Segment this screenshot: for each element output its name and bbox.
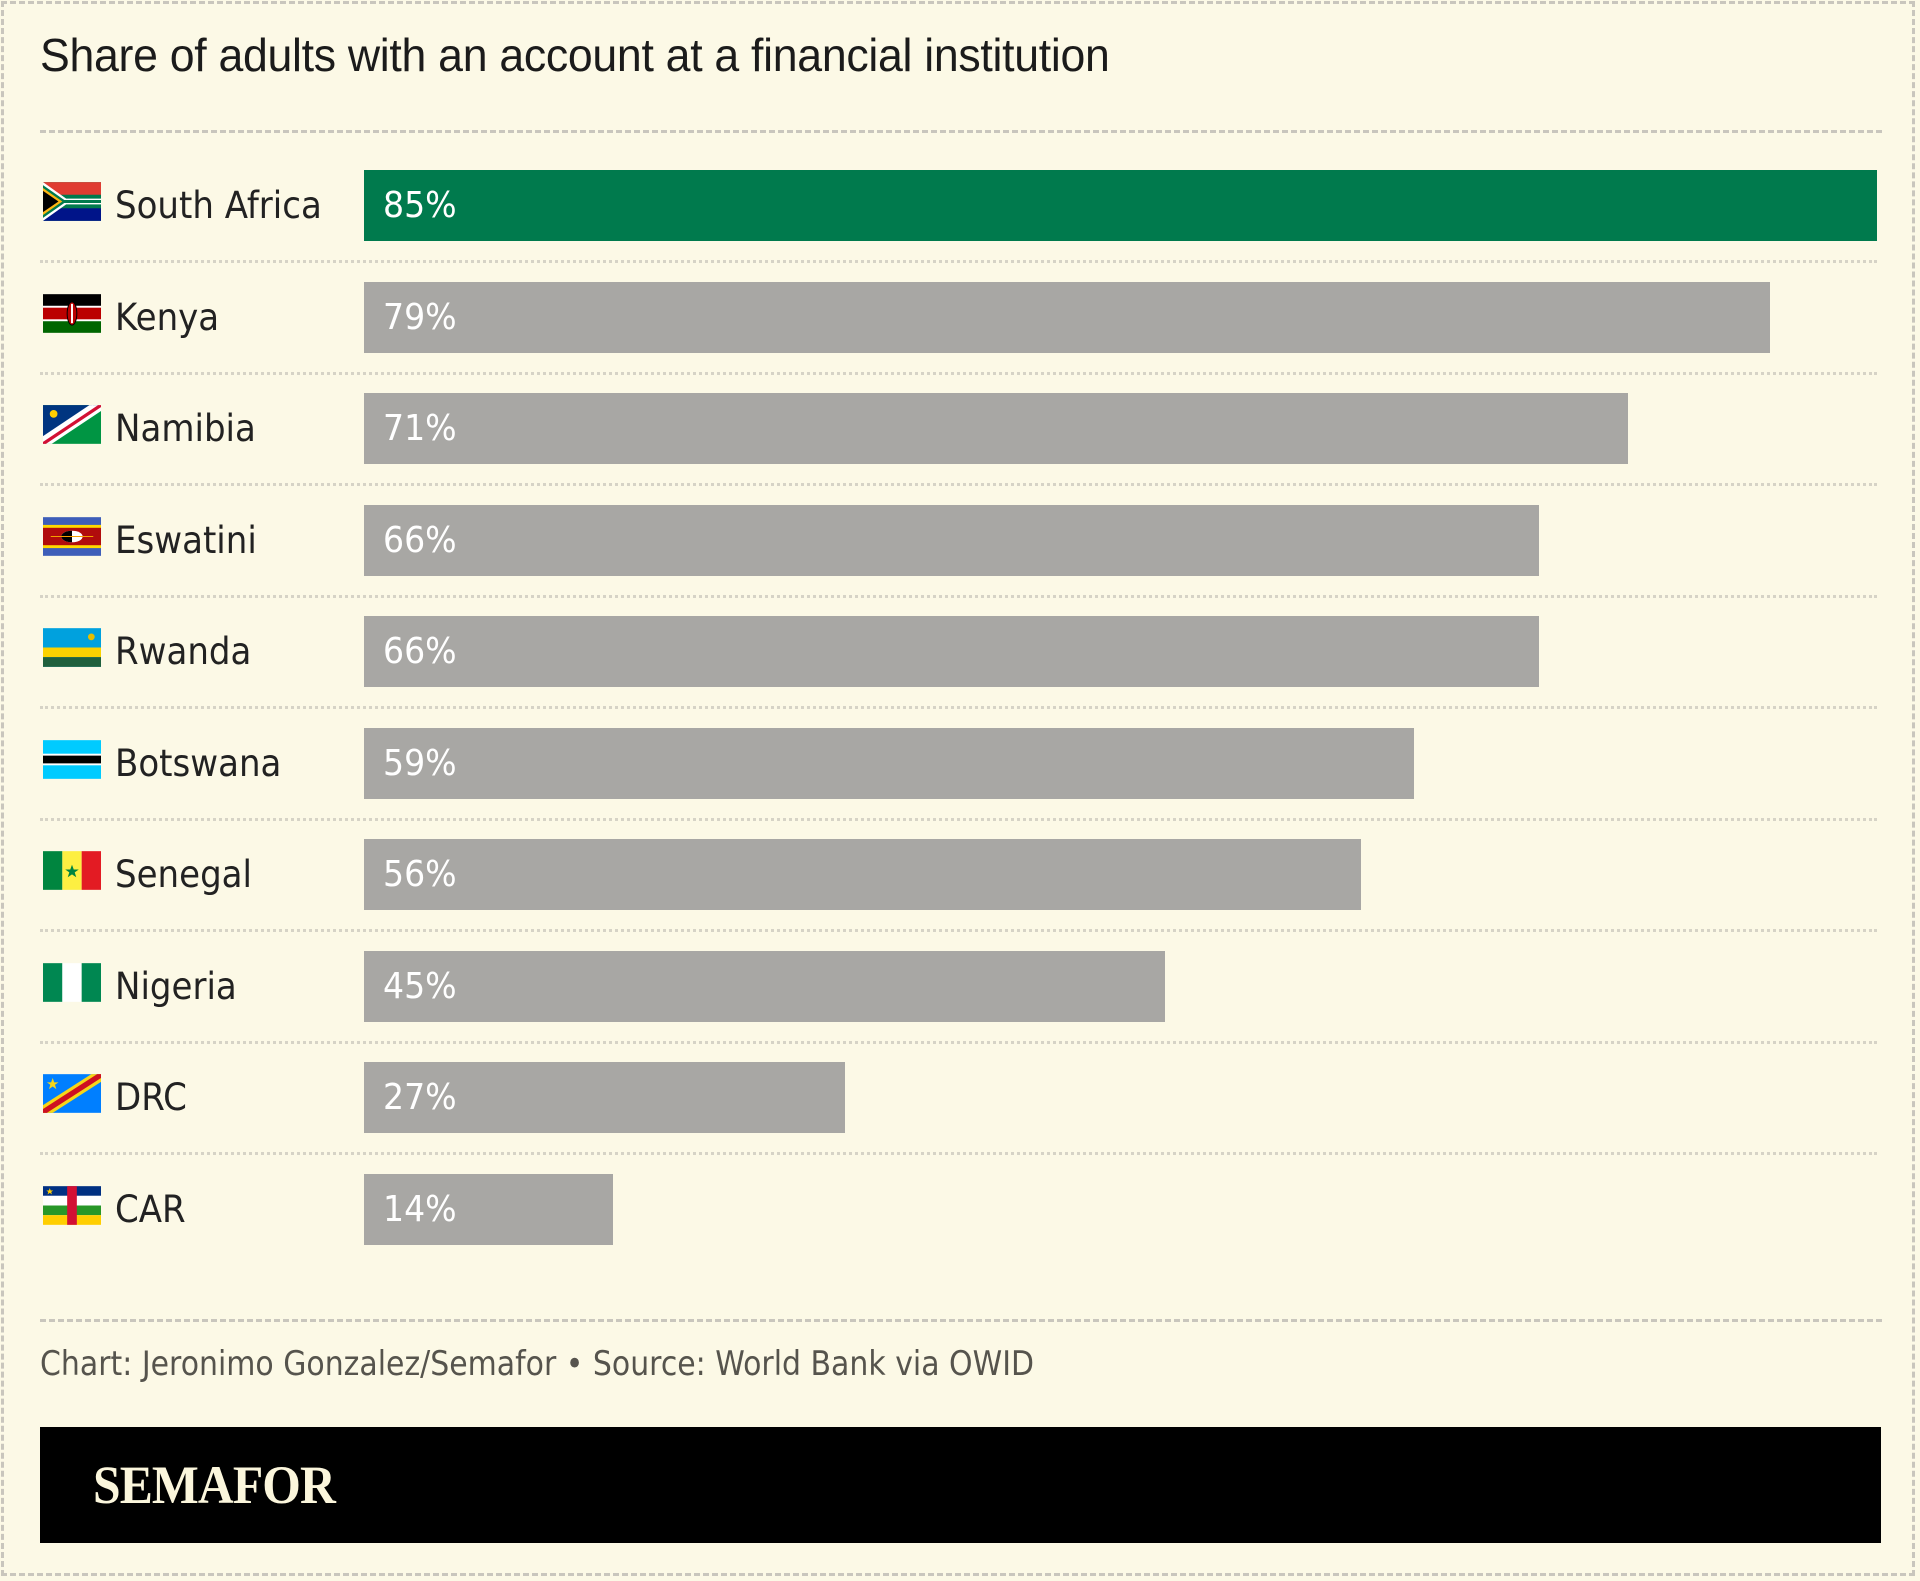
category-label: CAR: [115, 1187, 186, 1231]
flag-eswatini-icon: [43, 515, 101, 558]
row-divider: [40, 817, 1877, 821]
bar: 66%: [364, 616, 1539, 687]
category-label: South Africa: [115, 184, 322, 227]
flag-drc-icon: [43, 1072, 101, 1115]
category-label: DRC: [115, 1076, 187, 1119]
category-label: Senegal: [115, 853, 252, 896]
bar: 14%: [364, 1173, 614, 1245]
flag-namibia-icon: [43, 403, 101, 446]
flag-rwanda-icon: [43, 626, 101, 669]
bar: 59%: [364, 727, 1415, 799]
flag-nigeria-icon: [43, 961, 101, 1004]
footer-divider: [40, 1319, 1882, 1322]
row-divider: [40, 1152, 1877, 1155]
flag-south-africa-icon: [43, 180, 101, 223]
data-label: 59%: [383, 742, 457, 784]
category-label: Eswatini: [115, 518, 257, 562]
header-divider: [40, 130, 1882, 133]
data-label: 14%: [383, 1188, 457, 1230]
data-label: 66%: [383, 519, 457, 561]
bar: 56%: [364, 839, 1361, 910]
row-divider: [40, 260, 1877, 263]
flag-senegal-icon: [43, 849, 101, 892]
data-label: 79%: [383, 296, 457, 338]
data-label: 85%: [383, 185, 457, 226]
data-label: 66%: [383, 631, 457, 672]
row-divider: [40, 594, 1877, 598]
row-divider: [40, 706, 1877, 709]
category-label: Namibia: [115, 407, 256, 450]
row-divider: [40, 483, 1877, 486]
bar: 45%: [364, 950, 1165, 1022]
row-divider: [40, 929, 1877, 932]
bar: 79%: [364, 281, 1771, 353]
data-label: 27%: [383, 1077, 457, 1118]
flag-kenya-icon: [43, 292, 101, 335]
category-label: Rwanda: [115, 630, 252, 673]
chart-title: Share of adults with an account at a fin…: [40, 29, 1110, 81]
data-label: 45%: [383, 965, 457, 1007]
row-divider: [40, 371, 1877, 375]
flag-car-icon: [43, 1184, 101, 1227]
category-label: Nigeria: [115, 964, 237, 1008]
bar: 85%: [364, 170, 1877, 241]
flag-botswana-icon: [43, 738, 101, 781]
bar: 71%: [364, 393, 1628, 464]
category-label: Kenya: [115, 295, 220, 339]
category-label: Botswana: [115, 741, 282, 785]
semafor-logo: SEMAFOR: [93, 1455, 336, 1515]
data-label: 71%: [383, 408, 457, 449]
bar: 27%: [364, 1062, 845, 1133]
bar: 66%: [364, 504, 1539, 576]
row-divider: [40, 1040, 1877, 1044]
data-label: 56%: [383, 854, 457, 895]
chart-credit: Chart: Jeronimo Gonzalez/Semafor • Sourc…: [40, 1344, 1035, 1384]
brand-banner: SEMAFOR: [40, 1427, 1881, 1543]
